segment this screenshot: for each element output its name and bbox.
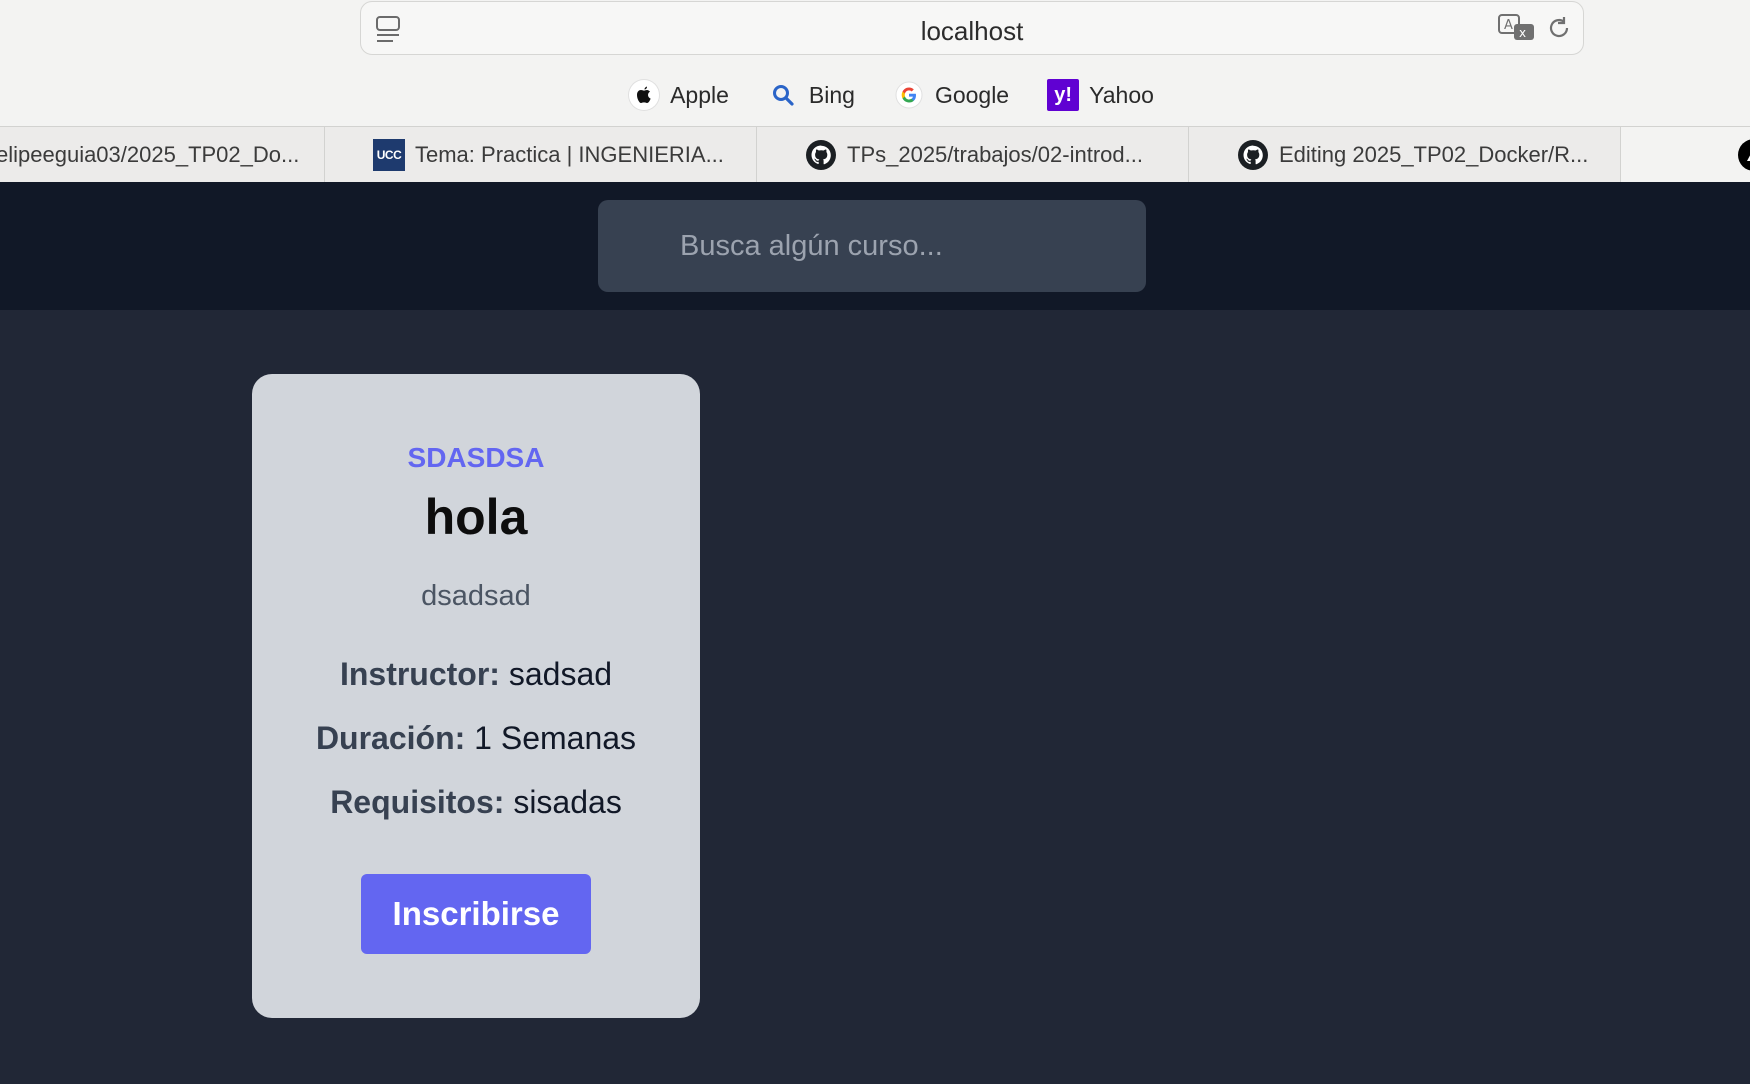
course-description: dsadsad (421, 580, 531, 612)
tab-label: TPs_2025/trabajos/02-introd... (847, 141, 1143, 167)
url-text[interactable]: localhost (361, 16, 1583, 47)
tab-github-trabajos[interactable]: TPs_2025/trabajos/02-introd... (757, 127, 1189, 182)
course-instructor: Instructor: sadsad (252, 656, 700, 693)
github-icon (805, 139, 837, 171)
duration-label: Duración: (315, 720, 466, 756)
ucc-icon: UCC (373, 138, 405, 171)
course-duration: Duración: 1 Semanas (252, 720, 700, 757)
google-icon (893, 79, 925, 111)
instructor-label: Instructor: (339, 656, 500, 692)
favorite-label: Bing (808, 81, 855, 108)
course-card: SDASDSA hola dsadsad Instructor: sadsad … (252, 374, 700, 1018)
svg-text:A: A (1504, 18, 1513, 33)
enroll-button[interactable]: Inscribirse (361, 874, 591, 954)
reload-icon[interactable] (1545, 14, 1573, 47)
course-title: hola (424, 489, 528, 545)
translate-icon[interactable]: Ax (1497, 13, 1537, 48)
favorite-label: Google (934, 81, 1010, 108)
partial-tab-icon (1738, 139, 1750, 171)
favorite-yahoo[interactable]: y! Yahoo (1047, 72, 1154, 118)
yahoo-icon-text: y! (1047, 79, 1080, 111)
favorite-apple[interactable]: Apple (628, 72, 729, 118)
instructor-value: sadsad (508, 656, 613, 692)
apple-icon (628, 79, 660, 111)
favorite-label: Yahoo (1089, 81, 1154, 108)
tab-overflow[interactable] (1634, 127, 1750, 182)
favorites-bar: Apple Bing Google y! Yahoo (0, 72, 1750, 118)
browser-chrome: localhost Ax Apple Bing Google y! Yahoo … (0, 0, 1750, 182)
tab-bar: elipeeguia03/2025_TP02_Do... UCC Tema: P… (0, 126, 1750, 182)
tab-tp02-repo[interactable]: elipeeguia03/2025_TP02_Do... (0, 127, 325, 182)
requirements-value: sisadas (513, 784, 622, 820)
duration-value: 1 Semanas (474, 720, 637, 756)
favorite-label: Apple (670, 81, 729, 108)
search-icon (767, 79, 799, 111)
top-navbar (0, 182, 1750, 310)
tab-label: Editing 2025_TP02_Docker/R... (1279, 141, 1589, 167)
svg-text:x: x (1519, 26, 1526, 40)
course-category: SDASDSA (407, 442, 545, 473)
yahoo-icon: y! (1047, 79, 1080, 111)
tab-label: elipeeguia03/2025_TP02_Do... (0, 141, 300, 167)
favorite-google[interactable]: Google (893, 72, 1009, 118)
search-input[interactable] (598, 200, 1146, 292)
requirements-label: Requisitos: (330, 784, 505, 820)
tab-github-editing[interactable]: Editing 2025_TP02_Docker/R... (1189, 127, 1621, 182)
favorite-bing[interactable]: Bing (767, 72, 855, 118)
tab-ucc-practica[interactable]: UCC Tema: Practica | INGENIERIA... (325, 127, 757, 182)
course-requirements: Requisitos: sisadas (252, 784, 700, 821)
tab-label: Tema: Practica | INGENIERIA... (415, 141, 724, 167)
github-icon (1237, 139, 1269, 171)
address-bar[interactable]: localhost Ax (360, 1, 1584, 55)
